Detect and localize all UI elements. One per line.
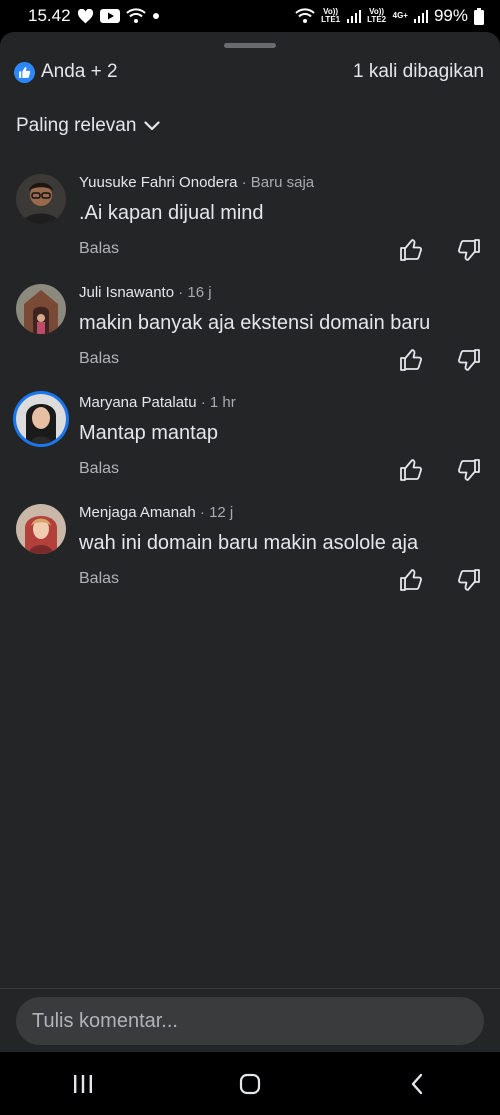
comment-header: Yuusuke Fahri Onodera · Baru saja (79, 174, 314, 191)
reactions-label: Anda + 2 (41, 61, 118, 82)
thumbs-down-icon[interactable] (457, 348, 481, 372)
comment-time: · 12 j (199, 504, 234, 521)
comment-list: Yuusuke Fahri Onodera · Baru saja .Ai ka… (0, 170, 500, 610)
comment-header: Juli Isnawanto · 16 j (79, 284, 212, 301)
comment-item: Maryana Patalatu · 1 hr Mantap mantap Ba… (0, 390, 500, 500)
status-left: 15.42 (28, 6, 160, 26)
reactions-summary[interactable]: Anda + 2 (14, 61, 118, 83)
home-button[interactable] (230, 1064, 270, 1104)
comment-header: Menjaga Amanah · 12 j (79, 504, 233, 521)
system-nav-bar (0, 1052, 500, 1115)
commenter-name[interactable]: Menjaga Amanah (79, 504, 196, 521)
comments-sheet: Anda + 2 1 kali dibagikan Paling relevan (0, 32, 500, 1052)
network-label: 4G+ (392, 11, 408, 20)
status-bar: 15.42 Vo)) LTE1 Vo)) LTE2 4G+ 99% (0, 0, 500, 32)
comment-header: Maryana Patalatu · 1 hr (79, 394, 236, 411)
shares-label[interactable]: 1 kali dibagikan (353, 61, 484, 83)
comment-time: · Baru saja (241, 174, 315, 191)
recent-apps-icon (74, 1074, 93, 1093)
comment-item: Menjaga Amanah · 12 j wah ini domain bar… (0, 500, 500, 610)
comment-item: Juli Isnawanto · 16 j makin banyak aja e… (0, 280, 500, 390)
sim1-label: Vo)) LTE1 (321, 7, 341, 24)
thumbs-down-icon[interactable] (457, 568, 481, 592)
commenter-name[interactable]: Juli Isnawanto (79, 284, 174, 301)
heart-icon (77, 8, 93, 23)
status-right: Vo)) LTE1 Vo)) LTE2 4G+ 99% (294, 6, 484, 26)
comment-text: wah ini domain baru makin asolole aja (79, 532, 419, 554)
thumbs-up-icon[interactable] (399, 348, 423, 372)
sheet-grabber[interactable] (224, 43, 276, 48)
battery-icon (474, 7, 484, 25)
wifi-question-icon (125, 8, 146, 23)
reply-button[interactable]: Balas (79, 240, 119, 258)
battery-percent: 99% (433, 6, 468, 25)
home-icon (239, 1073, 261, 1094)
reactions-row: Anda + 2 1 kali dibagikan (14, 59, 484, 85)
commenter-name[interactable]: Maryana Patalatu (79, 394, 197, 411)
youtube-icon (99, 9, 120, 23)
comment-text: Mantap mantap (79, 422, 218, 444)
thumbs-down-icon[interactable] (457, 458, 481, 482)
commenter-name[interactable]: Yuusuke Fahri Onodera (79, 174, 237, 191)
thumbs-up-icon[interactable] (399, 458, 423, 482)
chevron-down-icon (144, 121, 161, 131)
thumbs-up-icon[interactable] (399, 238, 423, 262)
signal-icon (346, 9, 361, 23)
clock: 15.42 (28, 6, 71, 25)
comment-item: Yuusuke Fahri Onodera · Baru saja .Ai ka… (0, 170, 500, 280)
back-button[interactable] (397, 1064, 437, 1104)
composer-area: Tulis komentar... (0, 988, 500, 1053)
avatar[interactable] (16, 504, 66, 554)
comment-text: makin banyak aja ekstensi domain baru (79, 312, 431, 334)
comment-input[interactable]: Tulis komentar... (16, 997, 484, 1045)
recent-apps-button[interactable] (63, 1064, 103, 1104)
thumbs-up-icon[interactable] (399, 568, 423, 592)
like-reaction-icon (14, 61, 35, 83)
sort-label: Paling relevan (16, 115, 137, 136)
comment-text: .Ai kapan dijual mind (79, 202, 264, 224)
comment-time: · 1 hr (200, 394, 236, 411)
reply-button[interactable]: Balas (79, 570, 119, 588)
reply-button[interactable]: Balas (79, 460, 119, 478)
thumbs-down-icon[interactable] (457, 238, 481, 262)
comment-time: · 16 j (178, 284, 212, 301)
dot-icon (152, 13, 159, 19)
avatar[interactable] (16, 174, 66, 224)
avatar[interactable] (16, 284, 66, 334)
signal-icon (413, 9, 428, 23)
wifi-icon (294, 8, 315, 23)
sort-dropdown[interactable]: Paling relevan (16, 115, 161, 137)
back-icon (411, 1073, 422, 1094)
reply-button[interactable]: Balas (79, 350, 119, 368)
sim2-label: Vo)) LTE2 (367, 7, 387, 24)
avatar[interactable] (16, 394, 66, 444)
